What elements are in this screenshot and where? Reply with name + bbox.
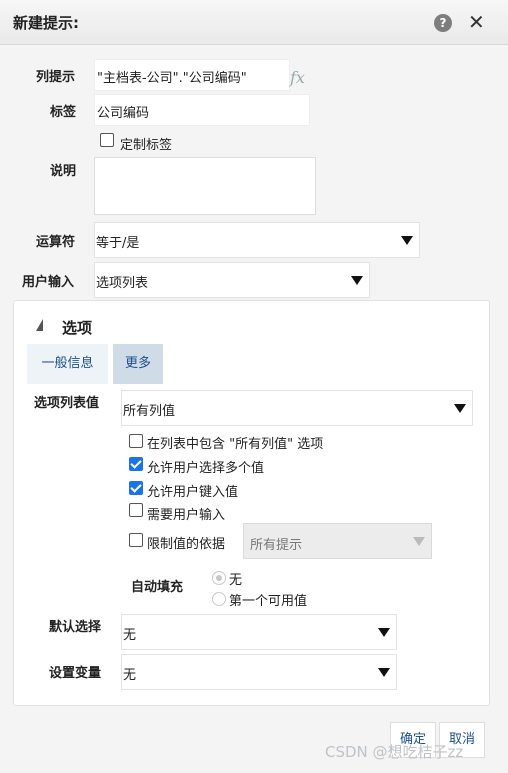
chevron-down-icon [378, 628, 390, 637]
chevron-down-icon [378, 668, 390, 677]
user-input-select[interactable]: 选项列表 [94, 262, 370, 298]
autofill-first-radio[interactable] [212, 592, 226, 606]
allow-multiple-checkbox[interactable] [129, 457, 143, 471]
chevron-down-icon [351, 276, 363, 285]
include-all-values-label: 在列表中包含 "所有列值" 选项 [147, 437, 324, 452]
tab-general[interactable]: 一般信息 [27, 344, 108, 384]
column-prompt-value: "主档表-公司"."公司编码" [97, 71, 247, 86]
require-input-label: 需要用户输入 [147, 508, 226, 523]
default-selection-select[interactable]: 无 [121, 614, 397, 650]
autofill-none-radio[interactable] [212, 571, 226, 585]
list-values-value: 所有列值 [123, 404, 176, 419]
list-values-label: 选项列表值 [34, 396, 100, 411]
description-label: 说明 [50, 164, 77, 179]
options-title: 选项 [62, 319, 93, 337]
allow-multiple-label: 允许用户选择多个值 [147, 461, 265, 476]
set-variable-select[interactable]: 无 [121, 654, 397, 690]
set-variable-label: 设置变量 [49, 666, 102, 681]
default-selection-value: 无 [123, 628, 137, 643]
limit-values-select: 所有提示 [243, 523, 432, 559]
set-variable-value: 无 [123, 668, 137, 683]
chevron-down-icon [454, 404, 466, 413]
tag-label: 标签 [50, 105, 77, 120]
column-prompt-label: 列提示 [36, 70, 76, 85]
limit-values-checkbox[interactable] [129, 533, 143, 547]
default-selection-label: 默认选择 [49, 620, 102, 635]
include-all-values-checkbox[interactable] [129, 434, 143, 448]
new-prompt-dialog: 新建提示: ? ✕ 列提示 "主档表-公司"."公司编码" fx 标签 公司编码… [0, 0, 508, 773]
autofill-none-label: 无 [229, 573, 243, 588]
column-prompt-field[interactable]: "主档表-公司"."公司编码" [94, 59, 290, 91]
operator-select[interactable]: 等于/是 [94, 222, 420, 258]
options-panel: 选项 一般信息 更多 选项列表值 所有列值 在列表中包含 "所有列值" 选项 允… [13, 300, 490, 706]
user-input-value: 选项列表 [96, 276, 149, 291]
help-icon[interactable]: ? [434, 14, 452, 32]
watermark: CSDN @想吃桔子zz [325, 743, 464, 761]
autofill-label: 自动填充 [131, 580, 184, 595]
collapse-triangle-icon[interactable] [36, 319, 43, 331]
require-input-checkbox[interactable] [129, 503, 143, 517]
allow-typing-checkbox[interactable] [129, 481, 143, 495]
tag-field[interactable]: 公司编码 [94, 94, 310, 126]
operator-label: 运算符 [36, 235, 76, 250]
limit-values-value: 所有提示 [250, 538, 303, 553]
operator-value: 等于/是 [96, 236, 140, 251]
description-textarea[interactable] [94, 157, 316, 215]
dialog-title: 新建提示: [13, 14, 79, 32]
chevron-down-icon [413, 537, 425, 546]
custom-tag-checkbox[interactable] [100, 133, 114, 147]
tag-value: 公司编码 [97, 106, 150, 121]
close-icon[interactable]: ✕ [468, 10, 485, 34]
fx-icon[interactable]: fx [290, 68, 305, 87]
tab-more[interactable]: 更多 [113, 344, 163, 384]
allow-typing-label: 允许用户键入值 [147, 485, 239, 500]
user-input-label: 用户输入 [22, 275, 75, 290]
custom-tag-label: 定制标签 [120, 138, 173, 153]
title-bar: 新建提示: ? ✕ [0, 0, 508, 45]
autofill-first-label: 第一个可用值 [229, 594, 308, 609]
limit-values-label: 限制值的依据 [147, 537, 226, 552]
list-values-select[interactable]: 所有列值 [121, 390, 473, 426]
chevron-down-icon [401, 236, 413, 245]
